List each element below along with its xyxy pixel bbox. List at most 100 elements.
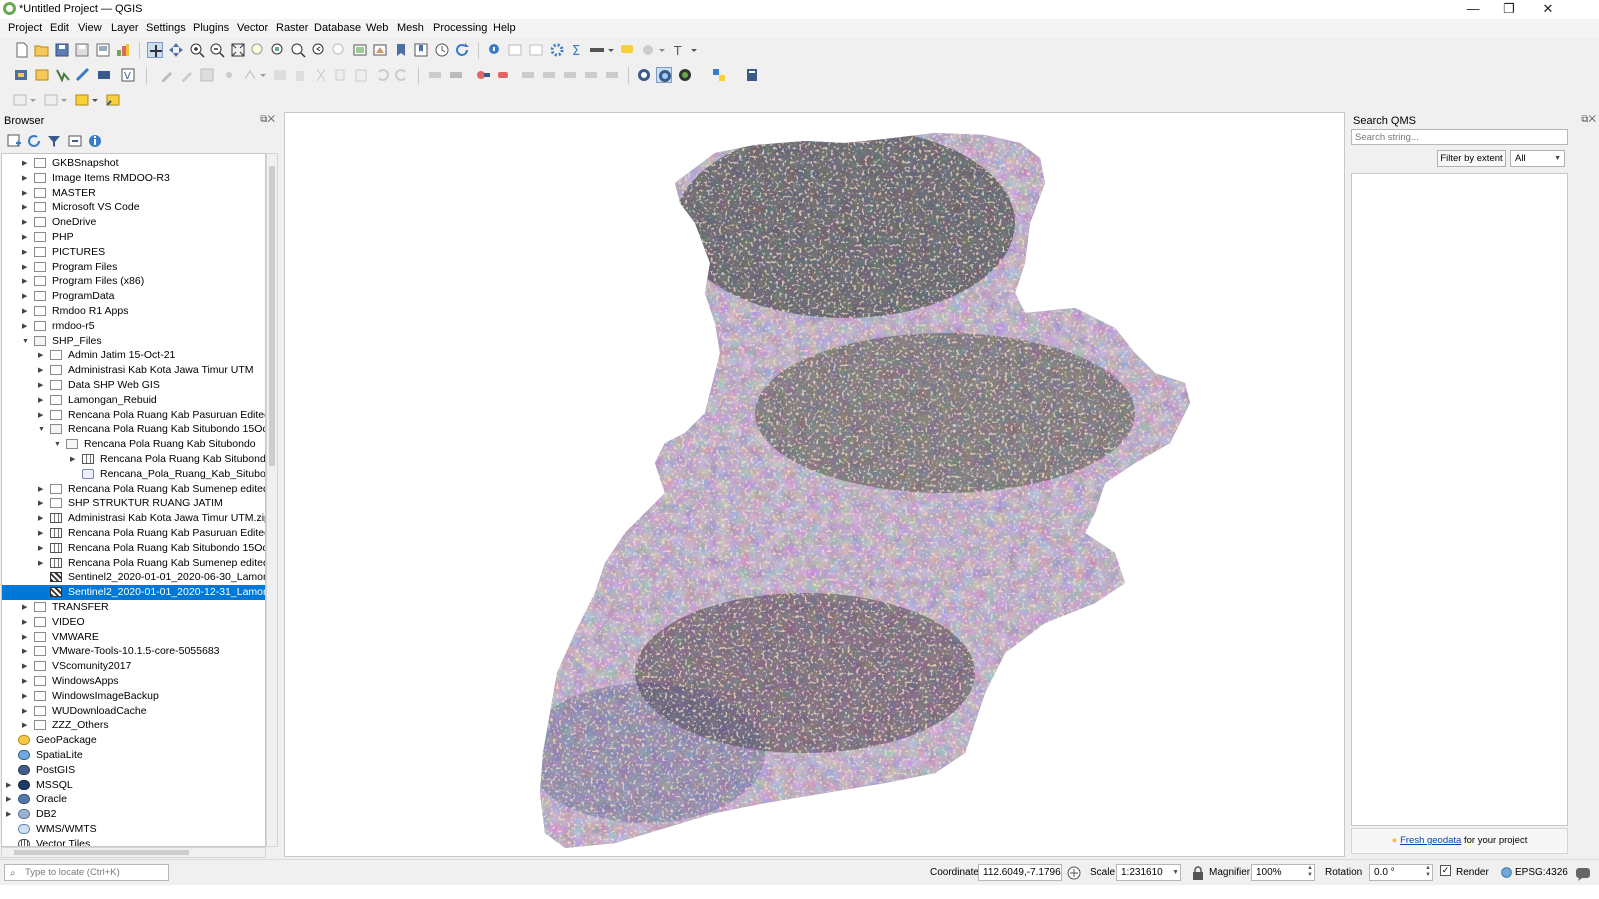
label-tool-icon[interactable]: [427, 67, 443, 83]
tree-item[interactable]: ▶ WindowsApps: [2, 674, 265, 689]
chevron-right-icon[interactable]: ▶: [38, 526, 46, 541]
chevron-right-icon[interactable]: ▶: [38, 393, 46, 408]
show-bookmarks-icon[interactable]: [413, 42, 429, 58]
new-bookmark-icon[interactable]: [393, 42, 409, 58]
modify-attributes-icon[interactable]: [272, 67, 288, 83]
unpinned-labels-icon[interactable]: [495, 67, 511, 83]
chevron-right-icon[interactable]: ▶: [22, 156, 30, 171]
tree-item[interactable]: ▶ Admin Jatim 15-Oct-21: [2, 348, 265, 363]
tree-item[interactable]: ▶ Image Items RMDOO-R3: [2, 171, 265, 186]
chevron-right-icon[interactable]: ▶: [38, 511, 46, 526]
scrollbar-thumb[interactable]: [269, 166, 275, 466]
tree-item[interactable]: Sentinel2_2020-01-01_2020-06-30_Lamongan: [2, 570, 265, 585]
chevron-right-icon[interactable]: ▶: [6, 792, 14, 807]
tree-item[interactable]: ▶ WindowsImageBackup: [2, 689, 265, 704]
chevron-right-icon[interactable]: ▶: [6, 807, 14, 822]
menu-web[interactable]: Web: [366, 22, 388, 34]
chevron-right-icon[interactable]: ▶: [22, 260, 30, 275]
menu-project[interactable]: Project: [8, 22, 42, 34]
temporal-controller-icon[interactable]: [434, 42, 450, 58]
delete-selected-icon[interactable]: [292, 67, 308, 83]
menu-help[interactable]: Help: [493, 22, 516, 34]
chevron-right-icon[interactable]: ▶: [22, 304, 30, 319]
python-console-icon[interactable]: [711, 67, 727, 83]
menu-database[interactable]: Database: [314, 22, 361, 34]
show-hide-labels-icon[interactable]: [583, 67, 599, 83]
tree-item[interactable]: WMS/WMTS: [2, 822, 265, 837]
tree-item[interactable]: SpatiaLite: [2, 748, 265, 763]
chevron-right-icon[interactable]: ▶: [22, 274, 30, 289]
menu-layer[interactable]: Layer: [111, 22, 139, 34]
chevron-right-icon[interactable]: ▶: [70, 452, 78, 467]
refresh-icon[interactable]: [454, 42, 470, 58]
chevron-right-icon[interactable]: ▶: [22, 171, 30, 186]
locator-input[interactable]: ⌕ Type to locate (Ctrl+K): [4, 864, 169, 881]
tree-item[interactable]: ▶ Rencana Pola Ruang Kab Situbondo 15Oct2…: [2, 541, 265, 556]
tree-item[interactable]: PostGIS: [2, 763, 265, 778]
menu-settings[interactable]: Settings: [146, 22, 186, 34]
refresh-browser-icon[interactable]: [26, 133, 42, 149]
chevron-right-icon[interactable]: ▶: [22, 186, 30, 201]
enable-properties-icon[interactable]: [87, 133, 103, 149]
rotate-label-icon[interactable]: [541, 67, 557, 83]
new-temporary-layer-icon[interactable]: [96, 67, 112, 83]
tree-item[interactable]: Rencana_Pola_Ruang_Kab_Situbondo: [2, 467, 265, 482]
tree-item[interactable]: ▶ MSSQL: [2, 778, 265, 793]
zoom-full-icon[interactable]: [230, 42, 246, 58]
tree-item[interactable]: ▶ Rencana Pola Ruang Kab Sumenep edited 1…: [2, 482, 265, 497]
tree-item[interactable]: ▶ Program Files: [2, 260, 265, 275]
tree-item[interactable]: ▶ TRANSFER: [2, 600, 265, 615]
collapse-all-icon[interactable]: [67, 133, 83, 149]
chevron-right-icon[interactable]: ▶: [22, 200, 30, 215]
print-layout-icon[interactable]: [95, 42, 111, 58]
chevron-right-icon[interactable]: ▶: [22, 689, 30, 704]
map-canvas[interactable]: [284, 112, 1345, 857]
chevron-right-icon[interactable]: ▶: [38, 556, 46, 571]
spinner-arrows-icon[interactable]: ▲ ▼: [1425, 865, 1431, 879]
tree-item[interactable]: ▶ GKBSnapshot: [2, 156, 265, 171]
tree-item[interactable]: ▶ PICTURES: [2, 245, 265, 260]
tree-item[interactable]: Sentinel2_2020-01-01_2020-12-31_Lamongan: [2, 585, 265, 601]
identify-features-icon[interactable]: [487, 42, 503, 58]
move-label-icon[interactable]: [520, 67, 536, 83]
save-project-icon[interactable]: [54, 42, 70, 58]
panel-float-close-icon[interactable]: ⧉✕: [260, 114, 275, 125]
chevron-right-icon[interactable]: ▶: [38, 408, 46, 423]
zoom-out-icon[interactable]: [209, 42, 225, 58]
rotation-field[interactable]: 0.0 ° ▲ ▼: [1369, 864, 1433, 881]
crs-globe-icon[interactable]: [1500, 866, 1513, 879]
restore-button[interactable]: ❐: [1491, 0, 1527, 19]
new-shapefile-layer-icon[interactable]: [55, 67, 71, 83]
quick-osm-icon[interactable]: [636, 67, 652, 83]
new-3d-view-icon[interactable]: [372, 42, 388, 58]
menu-mesh[interactable]: Mesh: [397, 22, 424, 34]
chevron-down-icon[interactable]: ▼: [54, 437, 62, 452]
chevron-right-icon[interactable]: ▶: [22, 704, 30, 719]
tree-item[interactable]: GeoPackage: [2, 733, 265, 748]
chevron-right-icon[interactable]: ▶: [22, 245, 30, 260]
chevron-right-icon[interactable]: ▶: [38, 348, 46, 363]
spinner-arrows-icon[interactable]: ▲ ▼: [1307, 865, 1313, 879]
chevron-right-icon[interactable]: ▶: [22, 215, 30, 230]
tree-item[interactable]: ▶ WUDownloadCache: [2, 704, 265, 719]
chevron-right-icon[interactable]: ▶: [38, 482, 46, 497]
chevron-right-icon[interactable]: ▶: [22, 644, 30, 659]
chevron-right-icon[interactable]: ▶: [22, 674, 30, 689]
save-as-icon[interactable]: [74, 42, 90, 58]
tree-item[interactable]: ▶ DB2: [2, 807, 265, 822]
quick-map-services-icon[interactable]: [656, 67, 672, 83]
zoom-next-icon[interactable]: [331, 42, 347, 58]
pin-labels-icon[interactable]: [448, 67, 464, 83]
measure-line-icon[interactable]: [589, 42, 615, 58]
tree-item[interactable]: Vector Tiles: [2, 837, 265, 846]
chevron-right-icon[interactable]: ▶: [22, 659, 30, 674]
open-project-icon[interactable]: [34, 42, 50, 58]
label-properties-icon[interactable]: [604, 67, 620, 83]
chevron-right-icon[interactable]: ▶: [22, 615, 30, 630]
chevron-right-icon[interactable]: ▶: [22, 289, 30, 304]
tree-item[interactable]: ▶ Administrasi Kab Kota Jawa Timur UTM: [2, 363, 265, 378]
text-annotation-icon[interactable]: T: [672, 42, 698, 58]
tree-item[interactable]: ▼ Rencana Pola Ruang Kab Situbondo: [2, 437, 265, 452]
chevron-right-icon[interactable]: ▶: [22, 630, 30, 645]
zoom-in-icon[interactable]: [189, 42, 205, 58]
